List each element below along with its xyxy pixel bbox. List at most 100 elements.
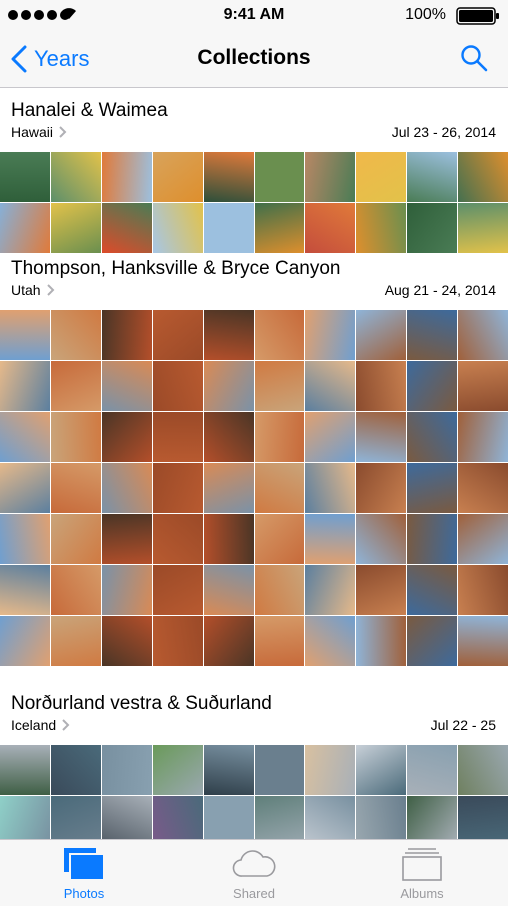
photo-thumbnail[interactable] <box>356 463 407 513</box>
photo-thumbnail[interactable] <box>203 616 254 666</box>
photo-thumbnail[interactable] <box>254 463 305 513</box>
photo-thumbnail[interactable] <box>0 310 50 360</box>
photo-thumbnail[interactable] <box>203 463 254 513</box>
photo-thumbnail[interactable] <box>101 412 152 462</box>
photo-thumbnail[interactable] <box>305 565 356 615</box>
photo-thumbnail[interactable] <box>152 514 203 564</box>
photo-thumbnail[interactable] <box>458 463 508 513</box>
photo-thumbnail[interactable] <box>254 203 305 253</box>
photo-thumbnail[interactable] <box>101 203 152 253</box>
photo-thumbnail[interactable] <box>0 463 50 513</box>
photo-thumbnail[interactable] <box>305 361 356 411</box>
photo-thumbnail[interactable] <box>0 412 50 462</box>
tab-shared[interactable]: Shared <box>194 846 314 902</box>
photo-thumbnail[interactable] <box>356 565 407 615</box>
photo-thumbnail[interactable] <box>254 514 305 564</box>
photo-thumbnail[interactable] <box>152 412 203 462</box>
photo-thumbnail[interactable] <box>101 152 152 202</box>
photo-thumbnail[interactable] <box>458 514 508 564</box>
photo-thumbnail[interactable] <box>50 310 101 360</box>
photo-thumbnail[interactable] <box>305 310 356 360</box>
photo-thumbnail[interactable] <box>203 310 254 360</box>
photo-thumbnail[interactable] <box>203 361 254 411</box>
photo-thumbnail[interactable] <box>458 361 508 411</box>
tab-albums[interactable]: Albums <box>362 846 482 902</box>
search-icon[interactable] <box>460 44 488 72</box>
photo-thumbnail[interactable] <box>407 203 458 253</box>
photo-thumbnail[interactable] <box>203 745 254 795</box>
photo-thumbnail[interactable] <box>356 310 407 360</box>
photo-thumbnail[interactable] <box>407 796 458 839</box>
photo-thumbnail[interactable] <box>356 361 407 411</box>
photo-thumbnail[interactable] <box>50 796 101 839</box>
photo-thumbnail[interactable] <box>50 203 101 253</box>
photo-thumbnail[interactable] <box>407 565 458 615</box>
photo-thumbnail[interactable] <box>203 514 254 564</box>
photo-thumbnail[interactable] <box>50 463 101 513</box>
tab-photos[interactable]: Photos <box>24 846 144 902</box>
photo-thumbnail[interactable] <box>152 463 203 513</box>
photo-thumbnail[interactable] <box>50 514 101 564</box>
photo-thumbnail[interactable] <box>458 745 508 795</box>
photo-thumbnail[interactable] <box>0 203 50 253</box>
photo-thumbnail[interactable] <box>203 796 254 839</box>
photo-thumbnail[interactable] <box>203 152 254 202</box>
photo-thumbnail[interactable] <box>101 796 152 839</box>
photo-thumbnail[interactable] <box>101 310 152 360</box>
photo-thumbnail[interactable] <box>407 412 458 462</box>
photo-thumbnail[interactable] <box>152 203 203 253</box>
photo-thumbnail[interactable] <box>101 745 152 795</box>
photo-thumbnail[interactable] <box>458 203 508 253</box>
photo-thumbnail[interactable] <box>356 796 407 839</box>
photo-thumbnail[interactable] <box>50 745 101 795</box>
photo-thumbnail[interactable] <box>254 616 305 666</box>
photo-thumbnail[interactable] <box>203 565 254 615</box>
collection-location-link[interactable]: Iceland <box>11 717 70 733</box>
photo-thumbnail[interactable] <box>0 745 50 795</box>
photo-thumbnail[interactable] <box>356 203 407 253</box>
photo-thumbnail[interactable] <box>407 463 458 513</box>
photo-thumbnail[interactable] <box>0 565 50 615</box>
photo-thumbnail[interactable] <box>50 412 101 462</box>
photo-thumbnail[interactable] <box>458 152 508 202</box>
photo-thumbnail[interactable] <box>458 796 508 839</box>
photo-thumbnail[interactable] <box>152 361 203 411</box>
photo-thumbnail[interactable] <box>407 361 458 411</box>
photo-thumbnail[interactable] <box>50 616 101 666</box>
collection-location-link[interactable]: Hawaii <box>11 124 67 140</box>
photo-thumbnail[interactable] <box>407 745 458 795</box>
photo-thumbnail[interactable] <box>356 514 407 564</box>
photo-thumbnail[interactable] <box>305 203 356 253</box>
photo-thumbnail[interactable] <box>407 514 458 564</box>
photo-thumbnail[interactable] <box>50 565 101 615</box>
photo-thumbnail[interactable] <box>152 616 203 666</box>
photo-thumbnail[interactable] <box>356 745 407 795</box>
photo-thumbnail[interactable] <box>305 616 356 666</box>
photo-thumbnail[interactable] <box>254 565 305 615</box>
photo-thumbnail[interactable] <box>458 565 508 615</box>
photo-thumbnail[interactable] <box>203 412 254 462</box>
photo-thumbnail[interactable] <box>254 310 305 360</box>
photo-thumbnail[interactable] <box>152 310 203 360</box>
photo-thumbnail[interactable] <box>152 745 203 795</box>
photo-thumbnail[interactable] <box>0 514 50 564</box>
photo-thumbnail[interactable] <box>254 412 305 462</box>
photo-thumbnail[interactable] <box>458 310 508 360</box>
photo-thumbnail[interactable] <box>305 796 356 839</box>
photo-thumbnail[interactable] <box>407 152 458 202</box>
photo-thumbnail[interactable] <box>254 152 305 202</box>
photo-thumbnail[interactable] <box>407 310 458 360</box>
photo-thumbnail[interactable] <box>305 463 356 513</box>
photo-thumbnail[interactable] <box>458 616 508 666</box>
photo-thumbnail[interactable] <box>0 152 50 202</box>
photo-thumbnail[interactable] <box>254 745 305 795</box>
collections-list[interactable]: Hanalei & Waimea Hawaii Jul 23 - 26, 201… <box>0 89 508 839</box>
photo-thumbnail[interactable] <box>101 565 152 615</box>
photo-thumbnail[interactable] <box>0 361 50 411</box>
photo-thumbnail[interactable] <box>305 412 356 462</box>
photo-thumbnail[interactable] <box>407 616 458 666</box>
photo-thumbnail[interactable] <box>152 152 203 202</box>
photo-thumbnail[interactable] <box>101 514 152 564</box>
photo-thumbnail[interactable] <box>356 152 407 202</box>
photo-thumbnail[interactable] <box>305 745 356 795</box>
